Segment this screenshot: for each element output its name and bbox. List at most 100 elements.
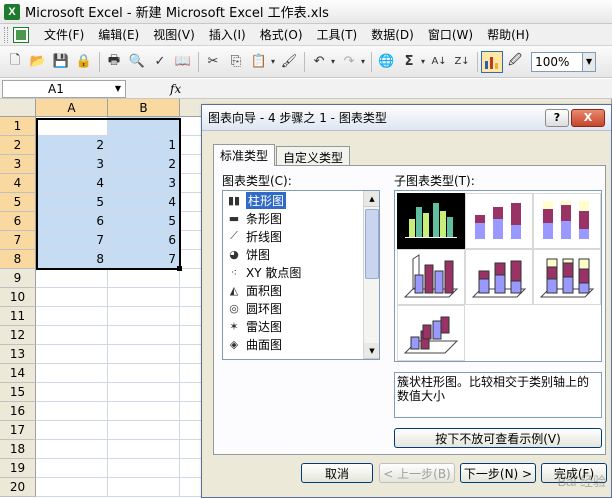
redo-dropdown-icon[interactable]: ▾ — [361, 57, 365, 66]
cell[interactable] — [108, 383, 180, 402]
name-box-dropdown-icon[interactable]: ▼ — [115, 84, 121, 93]
format-painter-icon[interactable]: 🖌 — [278, 51, 300, 73]
row-header[interactable]: 3 — [0, 155, 36, 174]
cell[interactable]: 4 — [108, 193, 180, 212]
sort-descending-icon[interactable]: Z↓ — [451, 51, 473, 73]
scroll-down-icon[interactable]: ▼ — [364, 343, 379, 359]
cell[interactable] — [36, 402, 108, 421]
row-header[interactable]: 20 — [0, 478, 36, 497]
cell[interactable] — [36, 383, 108, 402]
cell[interactable]: 4 — [36, 174, 108, 193]
row-header[interactable]: 2 — [0, 136, 36, 155]
paste-dropdown-icon[interactable]: ▾ — [271, 57, 275, 66]
copy-icon[interactable]: ⎘ — [225, 51, 247, 73]
paste-icon[interactable]: 📋 — [248, 51, 270, 73]
subtype-3d-clustered-column[interactable] — [397, 249, 465, 305]
cut-icon[interactable]: ✂ — [202, 51, 224, 73]
chart-type-item[interactable]: ◭ 面积图 — [223, 281, 379, 299]
row-header[interactable]: 13 — [0, 345, 36, 364]
row-header[interactable]: 18 — [0, 440, 36, 459]
chart-type-item[interactable]: ◕ 饼图 — [223, 245, 379, 263]
cell[interactable] — [36, 345, 108, 364]
close-button[interactable]: X — [571, 108, 605, 127]
menu-edit[interactable]: 编辑(E) — [91, 26, 146, 43]
chart-wizard-icon[interactable] — [481, 50, 504, 73]
cell[interactable] — [36, 440, 108, 459]
help-button[interactable]: ? — [545, 108, 569, 127]
cell[interactable] — [108, 402, 180, 421]
column-header-b[interactable]: B — [108, 99, 180, 117]
hyperlink-icon[interactable]: 🌐 — [375, 51, 397, 73]
cell[interactable]: 5 — [36, 193, 108, 212]
save-icon[interactable]: 💾 — [50, 51, 72, 73]
column-header-a[interactable]: A — [36, 99, 108, 117]
redo-icon[interactable]: ↷ — [338, 51, 360, 73]
subtype-3d-100-stacked-column[interactable] — [533, 249, 601, 305]
cell[interactable] — [36, 117, 108, 136]
cell[interactable] — [36, 421, 108, 440]
row-header[interactable]: 14 — [0, 364, 36, 383]
row-header[interactable]: 4 — [0, 174, 36, 193]
cell[interactable] — [108, 345, 180, 364]
zoom-dropdown-icon[interactable]: ▼ — [583, 51, 597, 72]
menu-data[interactable]: 数据(D) — [364, 26, 421, 43]
menu-format[interactable]: 格式(O) — [253, 26, 310, 43]
cell[interactable]: 5 — [108, 212, 180, 231]
row-header[interactable]: 6 — [0, 212, 36, 231]
subtype-3d-stacked-column[interactable] — [465, 249, 533, 305]
subtype-stacked-column[interactable] — [465, 193, 533, 249]
cell[interactable] — [36, 288, 108, 307]
zoom-input[interactable]: 100% — [531, 51, 584, 72]
autosum-dropdown-icon[interactable]: ▾ — [421, 57, 425, 66]
cell[interactable] — [36, 269, 108, 288]
open-icon[interactable]: 📂 — [27, 51, 49, 73]
cell[interactable] — [108, 269, 180, 288]
print-icon[interactable]: 🖶 — [103, 51, 125, 73]
cell[interactable] — [36, 326, 108, 345]
scroll-up-icon[interactable]: ▲ — [364, 191, 379, 207]
cell[interactable] — [108, 459, 180, 478]
cell[interactable]: 1 — [108, 136, 180, 155]
cell[interactable]: 8 — [36, 250, 108, 269]
subtype-3d-column[interactable] — [397, 305, 465, 361]
undo-dropdown-icon[interactable]: ▾ — [331, 57, 335, 66]
cell[interactable] — [108, 307, 180, 326]
preview-sample-button[interactable]: 按下不放可查看示例(V) — [394, 428, 602, 448]
subtype-clustered-column[interactable] — [397, 193, 465, 249]
row-header[interactable]: 8 — [0, 250, 36, 269]
chart-type-item[interactable]: ⁖ XY 散点图 — [223, 263, 379, 281]
cell[interactable] — [36, 307, 108, 326]
row-header[interactable]: 7 — [0, 231, 36, 250]
chart-type-list[interactable]: ▮▮ 柱形图 ▬ 条形图 ⟋ 折线图 ◕ 饼图 ⁖ XY 散点图 ◭ 面积图 ◎ 圆环图 ✶ 雷达图 ◈ 曲面图 … — [222, 190, 380, 360]
document-menu-icon[interactable] — [13, 26, 29, 43]
row-header[interactable]: 17 — [0, 421, 36, 440]
tab-custom-types[interactable]: 自定义类型 — [276, 146, 351, 166]
row-header[interactable]: 12 — [0, 326, 36, 345]
spelling-icon[interactable]: ✓ — [149, 51, 171, 73]
cell[interactable] — [36, 459, 108, 478]
cell[interactable]: 2 — [108, 155, 180, 174]
menu-help[interactable]: 帮助(H) — [480, 26, 536, 43]
cell[interactable]: 3 — [108, 174, 180, 193]
next-button[interactable]: 下一步(N) > — [460, 463, 536, 483]
row-header[interactable]: 5 — [0, 193, 36, 212]
chart-type-item[interactable]: ▮▮ 柱形图 — [223, 191, 379, 209]
select-all-corner[interactable] — [0, 99, 36, 117]
menu-file[interactable]: 文件(F) — [37, 26, 91, 43]
cell[interactable]: 6 — [108, 231, 180, 250]
chart-type-item[interactable]: ◈ 曲面图 — [223, 335, 379, 353]
row-header[interactable]: 10 — [0, 288, 36, 307]
cell[interactable] — [108, 288, 180, 307]
cell[interactable] — [108, 364, 180, 383]
undo-icon[interactable]: ↶ — [308, 51, 330, 73]
cell[interactable]: 7 — [36, 231, 108, 250]
menu-view[interactable]: 视图(V) — [146, 26, 202, 43]
back-button[interactable]: < 上一步(B) — [379, 463, 455, 483]
row-header[interactable]: 19 — [0, 459, 36, 478]
drawing-icon[interactable]: 🖉 — [504, 51, 526, 73]
subtype-100-stacked-column[interactable] — [533, 193, 601, 249]
chart-type-item[interactable]: ▬ 条形图 — [223, 209, 379, 227]
cell[interactable]: 6 — [36, 212, 108, 231]
research-icon[interactable]: 📖 — [172, 51, 194, 73]
cell[interactable] — [108, 440, 180, 459]
